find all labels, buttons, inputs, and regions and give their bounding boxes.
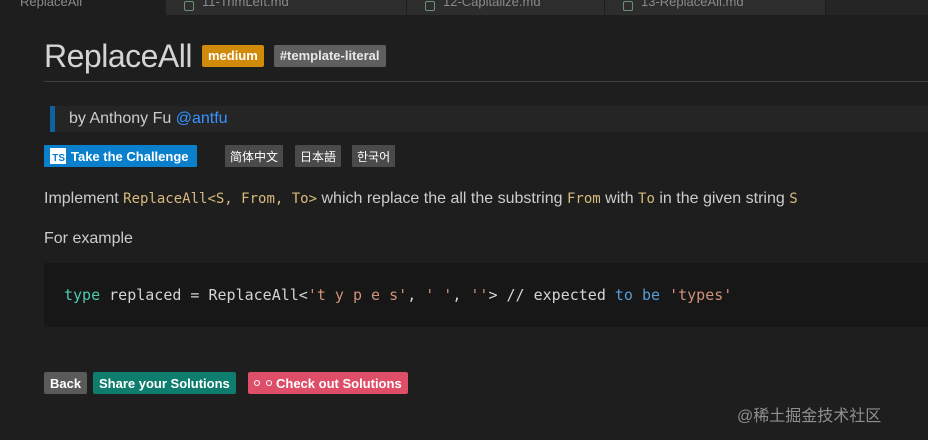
author-handle-link[interactable]: @antfu	[176, 110, 228, 127]
code-keyword: be	[642, 286, 661, 304]
check-solutions-label: Check out Solutions	[276, 375, 402, 391]
glasses-icon	[254, 378, 272, 388]
code-text: ,	[407, 286, 426, 304]
take-challenge-label: Take the Challenge	[71, 148, 189, 164]
editor-tab-bar: ReplaceAll 11-TrimLeft.md 12-Capitalize.…	[0, 0, 928, 15]
code-line: type replaced = ReplaceAll<'t y p e s', …	[64, 286, 732, 304]
description-paragraph: Implement ReplaceAll<S, From, To> which …	[44, 190, 798, 208]
code-string: 'types'	[669, 286, 733, 304]
desc-code: From	[566, 191, 601, 207]
desc-code: ReplaceAll<S, From, To>	[123, 191, 318, 207]
code-keyword: type	[64, 286, 101, 304]
back-button[interactable]: Back	[44, 372, 88, 394]
typescript-icon: TS	[50, 148, 66, 164]
share-solutions-button[interactable]: Share your Solutions	[93, 372, 236, 394]
tab-trimleft[interactable]: 11-TrimLeft.md	[166, 0, 407, 15]
code-string: 't y p e s'	[307, 286, 408, 304]
code-text: replaced = ReplaceAll<	[100, 286, 308, 304]
desc-text: which replace the all the substring	[321, 190, 563, 207]
file-icon	[425, 1, 435, 11]
desc-text: with	[605, 190, 634, 207]
author-name: by Anthony Fu	[69, 110, 172, 127]
code-string: ''	[470, 286, 489, 304]
code-keyword: to	[614, 286, 633, 304]
tab-label: 12-Capitalize.md	[443, 0, 541, 9]
tab-capitalize[interactable]: 12-Capitalize.md	[407, 0, 605, 15]
watermark: @稀土掘金技术社区	[737, 408, 882, 425]
file-icon	[623, 1, 633, 11]
difficulty-badge: medium	[201, 45, 264, 67]
tab-label: 11-TrimLeft.md	[202, 0, 289, 9]
desc-code: S	[789, 191, 798, 207]
desc-text: in the given string	[659, 190, 785, 207]
code-text: > // expected	[488, 286, 615, 304]
tab-replaceall-md[interactable]: 13-ReplaceAll.md	[605, 0, 826, 15]
desc-text: Implement	[44, 190, 119, 207]
lang-ko-button[interactable]: 한국어	[352, 145, 396, 167]
tag-badge: #template-literal	[273, 45, 386, 67]
title-divider	[44, 81, 928, 82]
code-text: ,	[452, 286, 471, 304]
tab-replaceall-preview[interactable]: ReplaceAll	[0, 0, 166, 15]
example-label: For example	[44, 230, 133, 247]
check-solutions-button[interactable]: Check out Solutions	[248, 372, 408, 394]
author-quote: by Anthony Fu @antfu	[50, 106, 928, 132]
lang-zh-cn-button[interactable]: 简体中文	[225, 145, 284, 167]
desc-code: To	[638, 191, 655, 207]
lang-ja-button[interactable]: 日本語	[295, 145, 342, 167]
page-title: ReplaceAll	[44, 37, 192, 74]
take-challenge-button[interactable]: TS Take the Challenge	[44, 145, 197, 167]
author-line: by Anthony Fu @antfu	[69, 110, 228, 128]
title-row: ReplaceAll medium #template-literal	[44, 34, 386, 78]
tab-label: 13-ReplaceAll.md	[641, 0, 744, 9]
code-string: ' '	[425, 286, 453, 304]
code-block: type replaced = ReplaceAll<'t y p e s', …	[44, 263, 928, 327]
tab-label: ReplaceAll	[20, 0, 83, 9]
file-icon	[184, 1, 194, 11]
